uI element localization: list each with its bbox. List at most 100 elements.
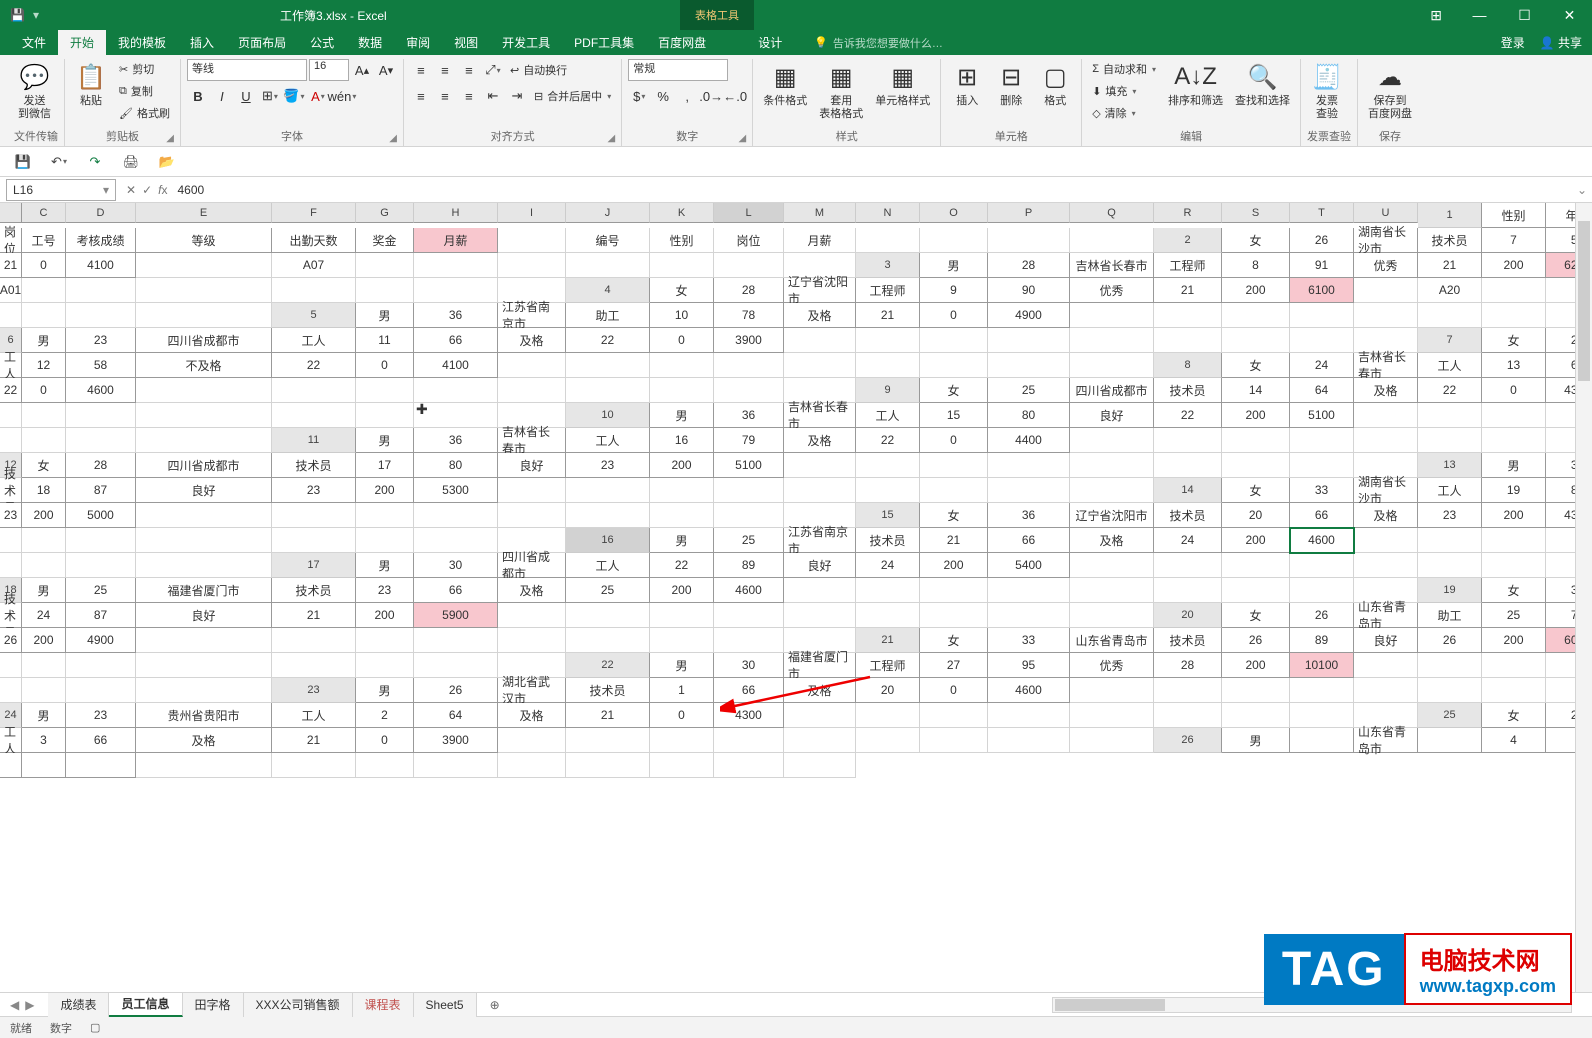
cell-9-P[interactable] bbox=[66, 403, 136, 428]
cell-8-O[interactable] bbox=[356, 378, 414, 403]
cell-18-E[interactable]: 福建省厦门市 bbox=[136, 578, 272, 603]
row-header-16[interactable]: 16 bbox=[566, 528, 650, 553]
cell-16-L[interactable]: 4600 bbox=[1290, 528, 1354, 553]
cell-5-N[interactable] bbox=[1154, 303, 1222, 328]
cell-5-R[interactable] bbox=[1418, 303, 1482, 328]
align-center-button[interactable]: ≡ bbox=[434, 85, 456, 107]
cell-15-S[interactable] bbox=[356, 528, 414, 553]
col-header-O[interactable]: O bbox=[920, 203, 988, 223]
insert-cells-button[interactable]: ⊞插入 bbox=[947, 59, 987, 110]
cell-16-D[interactable]: 25 bbox=[714, 528, 784, 553]
save-baidu-button[interactable]: ☁保存到百度网盘 bbox=[1364, 59, 1416, 123]
cell-13-C[interactable]: 男 bbox=[1482, 453, 1546, 478]
row-header-14[interactable]: 14 bbox=[1154, 478, 1222, 503]
cell-20-G[interactable]: 25 bbox=[1482, 603, 1546, 628]
conditional-format-button[interactable]: ▦条件格式 bbox=[759, 59, 811, 110]
cell-5-S[interactable] bbox=[1482, 303, 1546, 328]
cell-23-N[interactable] bbox=[1154, 678, 1222, 703]
cell-15-O[interactable] bbox=[22, 528, 66, 553]
cell-13-I[interactable]: 良好 bbox=[136, 478, 272, 503]
cell-12-E[interactable]: 四川省成都市 bbox=[136, 453, 272, 478]
cell-4-J[interactable]: 21 bbox=[1154, 278, 1222, 303]
phonetic-button[interactable]: wén bbox=[331, 85, 353, 107]
sheet-prev-icon[interactable]: ◀ bbox=[10, 998, 19, 1012]
border-button[interactable]: ⊞ bbox=[259, 85, 281, 107]
col-header-U[interactable]: U bbox=[1354, 203, 1418, 223]
cell-3-R[interactable] bbox=[272, 278, 356, 303]
cell-25-I[interactable]: 及格 bbox=[136, 728, 272, 753]
cell-6-L[interactable]: 3900 bbox=[714, 328, 784, 353]
tab-layout[interactable]: 页面布局 bbox=[226, 30, 298, 55]
cell-12-D[interactable]: 28 bbox=[66, 453, 136, 478]
row-header-21[interactable]: 21 bbox=[856, 628, 920, 653]
clipboard-launcher[interactable]: ◢ bbox=[166, 133, 174, 144]
autosum-button[interactable]: Σ自动求和 bbox=[1088, 59, 1160, 79]
cell-3-G[interactable]: 8 bbox=[1222, 253, 1290, 278]
number-format-select[interactable]: 常规 bbox=[628, 59, 728, 81]
cell-10-D[interactable]: 36 bbox=[714, 403, 784, 428]
cell-8-T[interactable] bbox=[714, 378, 784, 403]
cell-8-D[interactable]: 24 bbox=[1290, 353, 1354, 378]
qat-redo-button[interactable]: ↷ bbox=[84, 151, 106, 173]
cell-18-O[interactable] bbox=[920, 578, 988, 603]
cell-25-N[interactable] bbox=[566, 728, 650, 753]
underline-button[interactable]: U bbox=[235, 85, 257, 107]
row-header-26[interactable]: 26 bbox=[1154, 728, 1222, 753]
cell-3-Q[interactable] bbox=[136, 278, 272, 303]
select-all-corner[interactable] bbox=[0, 203, 22, 223]
cell-14-L[interactable]: 5000 bbox=[66, 503, 136, 528]
cell-21-I[interactable]: 良好 bbox=[1354, 628, 1418, 653]
cell-16-H[interactable]: 66 bbox=[988, 528, 1070, 553]
cell-17-J[interactable]: 24 bbox=[856, 553, 920, 578]
cell-10-L[interactable]: 5100 bbox=[1290, 403, 1354, 428]
cell-25-U[interactable] bbox=[1070, 728, 1154, 753]
cell-1-G[interactable]: 工号 bbox=[22, 228, 66, 253]
cell-25-M[interactable] bbox=[498, 728, 566, 753]
row-header-9[interactable]: 9 bbox=[856, 378, 920, 403]
cell-25-K[interactable]: 0 bbox=[356, 728, 414, 753]
cell-17-Q[interactable] bbox=[1354, 553, 1418, 578]
cell-12-J[interactable]: 23 bbox=[566, 453, 650, 478]
col-header-M[interactable]: M bbox=[784, 203, 856, 223]
cell-10-U[interactable] bbox=[136, 428, 272, 453]
cell-11-O[interactable] bbox=[1222, 428, 1290, 453]
cell-3-F[interactable]: 工程师 bbox=[1154, 253, 1222, 278]
col-header-G[interactable]: G bbox=[356, 203, 414, 223]
cell-11-E[interactable]: 吉林省长春市 bbox=[498, 428, 566, 453]
vertical-scrollbar[interactable] bbox=[1575, 203, 1592, 992]
fill-button[interactable]: ⬇填充 bbox=[1088, 81, 1160, 101]
cell-13-Q[interactable] bbox=[784, 478, 856, 503]
cell-3-N[interactable]: A01 bbox=[0, 278, 22, 303]
login-link[interactable]: 登录 bbox=[1501, 34, 1525, 51]
cell-9-G[interactable]: 14 bbox=[1222, 378, 1290, 403]
cell-16-N[interactable] bbox=[1418, 528, 1482, 553]
cell-14-K[interactable]: 200 bbox=[22, 503, 66, 528]
cell-6-Q[interactable] bbox=[1070, 328, 1154, 353]
cell-1-P[interactable]: 岗位 bbox=[714, 228, 784, 253]
cell-23-S[interactable] bbox=[1482, 678, 1546, 703]
cell-19-L[interactable]: 5900 bbox=[414, 603, 498, 628]
cell-2-J[interactable]: 21 bbox=[0, 253, 22, 278]
cell-23-L[interactable]: 4600 bbox=[988, 678, 1070, 703]
decrease-indent-button[interactable]: ⇤ bbox=[482, 85, 504, 107]
cell-10-J[interactable]: 22 bbox=[1154, 403, 1222, 428]
cell-7-J[interactable]: 22 bbox=[272, 353, 356, 378]
cell-22-E[interactable]: 福建省厦门市 bbox=[784, 653, 856, 678]
cell-2-S[interactable] bbox=[650, 253, 714, 278]
wrap-text-button[interactable]: ↩自动换行 bbox=[506, 60, 571, 80]
cell-9-E[interactable]: 四川省成都市 bbox=[1070, 378, 1154, 403]
cell-20-L[interactable]: 4900 bbox=[66, 628, 136, 653]
cell-17-H[interactable]: 89 bbox=[714, 553, 784, 578]
cell-23-M[interactable] bbox=[1070, 678, 1154, 703]
cell-14-R[interactable] bbox=[566, 503, 650, 528]
cell-16-I[interactable]: 及格 bbox=[1070, 528, 1154, 553]
cell-15-H[interactable]: 66 bbox=[1290, 503, 1354, 528]
cell-5-K[interactable]: 0 bbox=[920, 303, 988, 328]
cell-19-N[interactable] bbox=[566, 603, 650, 628]
comma-button[interactable]: , bbox=[676, 85, 698, 107]
cell-5-E[interactable]: 江苏省南京市 bbox=[498, 303, 566, 328]
cell-5-J[interactable]: 21 bbox=[856, 303, 920, 328]
cell-14-Q[interactable] bbox=[498, 503, 566, 528]
cell-2-L[interactable]: 4100 bbox=[66, 253, 136, 278]
cell-24-D[interactable]: 23 bbox=[66, 703, 136, 728]
